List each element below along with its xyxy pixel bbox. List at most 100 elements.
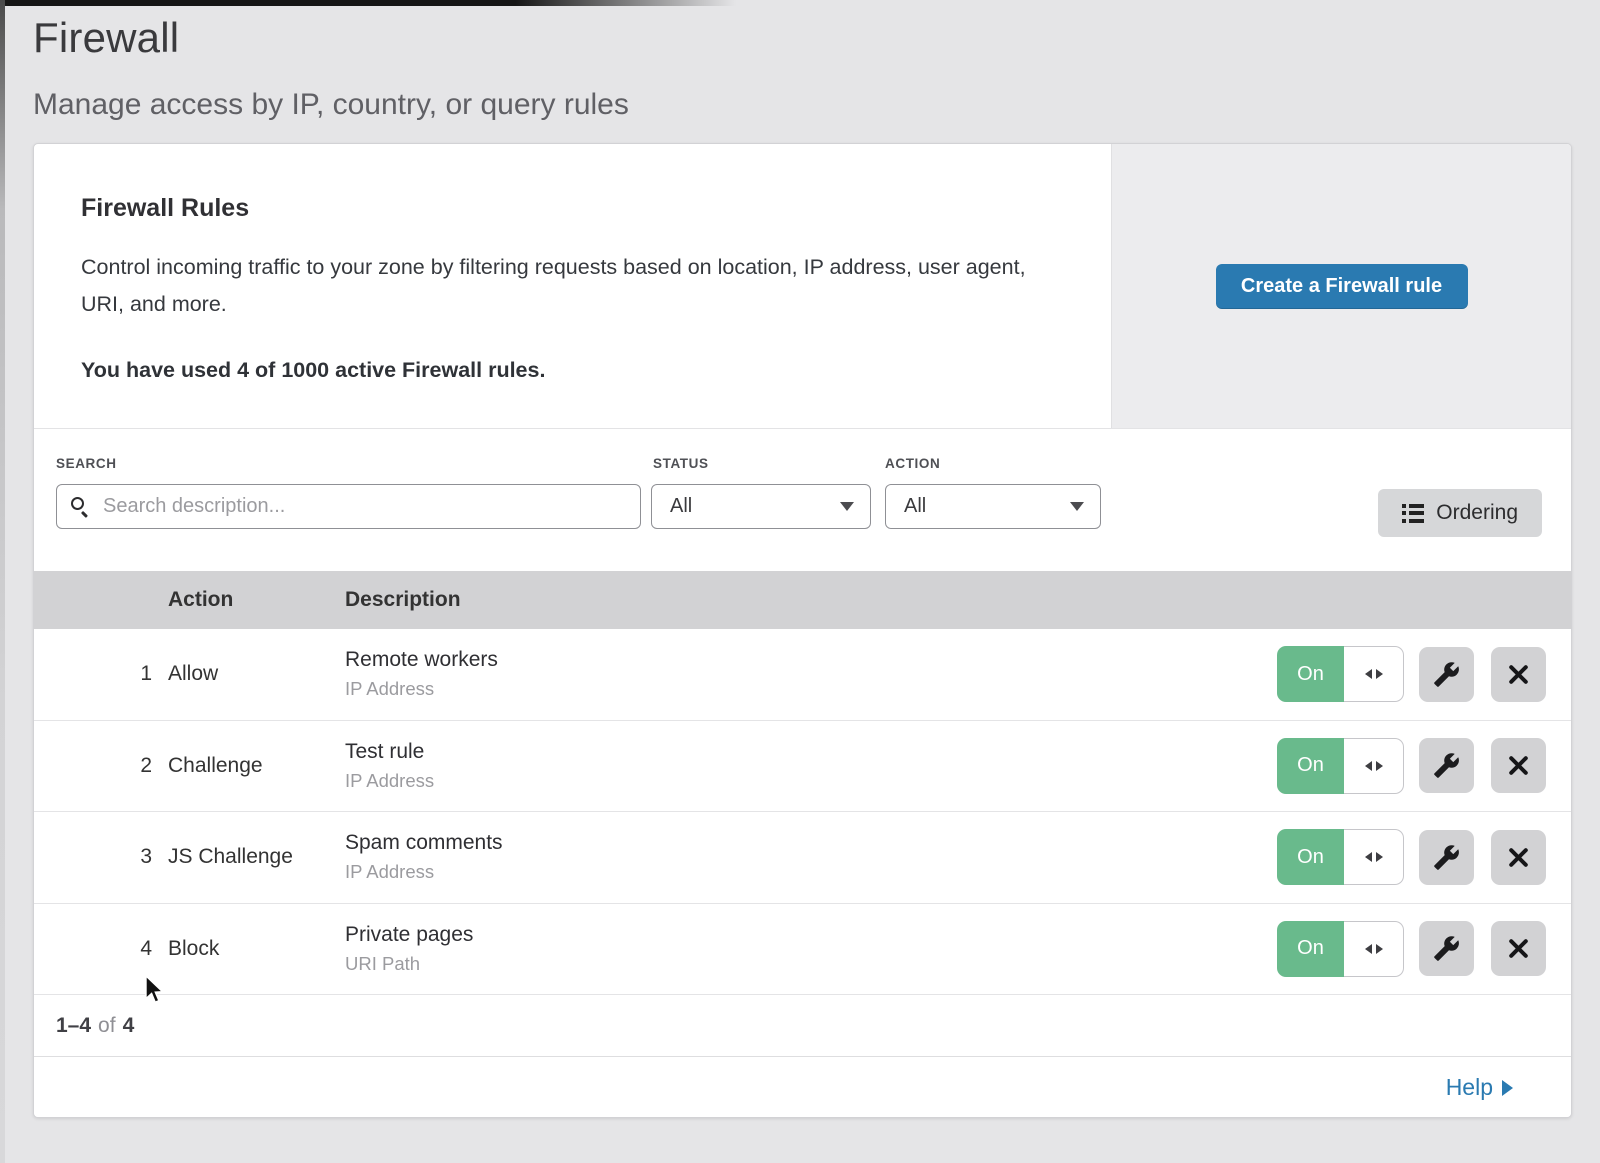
rule-enabled-toggle[interactable]: On — [1277, 646, 1404, 702]
intro-text: Firewall Rules Control incoming traffic … — [34, 144, 1111, 428]
rule-description-cell: Private pages URI Path — [345, 923, 1277, 975]
edit-rule-button[interactable] — [1419, 830, 1474, 885]
arrow-right-icon — [1376, 852, 1383, 862]
pagination-of: of — [98, 1014, 116, 1038]
table-row: 4 Block Private pages URI Path On — [34, 904, 1571, 996]
pagination-range: 1–4 — [56, 1014, 91, 1038]
rule-match-type: IP Address — [345, 861, 1277, 883]
toggle-on-label[interactable]: On — [1277, 829, 1344, 885]
search-field-wrap — [56, 484, 641, 529]
toggle-handle[interactable] — [1344, 646, 1404, 702]
close-icon — [1506, 753, 1531, 778]
rule-description: Remote workers — [345, 648, 1277, 672]
rule-description-cell: Spam comments IP Address — [345, 831, 1277, 883]
rule-action: Block — [168, 937, 345, 961]
delete-rule-button[interactable] — [1491, 921, 1546, 976]
window-edge-left — [0, 0, 5, 1163]
edit-rule-button[interactable] — [1419, 921, 1474, 976]
rule-enabled-toggle[interactable]: On — [1277, 738, 1404, 794]
mouse-cursor — [143, 975, 165, 1005]
rule-priority: 3 — [34, 845, 168, 869]
card-footer: Help — [34, 1057, 1571, 1118]
rule-description-cell: Remote workers IP Address — [345, 648, 1277, 700]
wrench-icon — [1433, 935, 1460, 962]
help-link[interactable]: Help — [1446, 1074, 1513, 1101]
arrow-right-icon — [1502, 1080, 1513, 1096]
close-icon — [1506, 845, 1531, 870]
toggle-handle[interactable] — [1344, 921, 1404, 977]
arrow-left-icon — [1365, 669, 1372, 679]
arrow-right-icon — [1376, 761, 1383, 771]
status-label: STATUS — [653, 456, 709, 471]
rules-list: 1 Allow Remote workers IP Address On — [34, 629, 1571, 995]
rule-controls: On — [1277, 738, 1571, 794]
rule-controls: On — [1277, 829, 1571, 885]
pagination-total: 4 — [123, 1014, 135, 1038]
card-heading: Firewall Rules — [81, 194, 1111, 223]
wrench-icon — [1433, 844, 1460, 871]
ordered-list-icon — [1402, 504, 1425, 523]
status-selected-value: All — [670, 495, 692, 518]
edit-rule-button[interactable] — [1419, 647, 1474, 702]
description-column-header: Description — [345, 588, 1277, 612]
arrow-left-icon — [1365, 761, 1372, 771]
rule-description: Test rule — [345, 740, 1277, 764]
rule-controls: On — [1277, 646, 1571, 702]
action-selected-value: All — [904, 495, 926, 518]
ordering-button[interactable]: Ordering — [1378, 489, 1542, 537]
rule-match-type: URI Path — [345, 953, 1277, 975]
rule-controls: On — [1277, 921, 1571, 977]
search-input[interactable] — [56, 484, 641, 529]
toggle-handle[interactable] — [1344, 738, 1404, 794]
usage-summary: You have used 4 of 1000 active Firewall … — [81, 358, 1111, 383]
arrow-right-icon — [1376, 669, 1383, 679]
intro-section: Firewall Rules Control incoming traffic … — [34, 144, 1571, 429]
toggle-on-label[interactable]: On — [1277, 646, 1344, 702]
rule-action: JS Challenge — [168, 845, 345, 869]
create-firewall-rule-button[interactable]: Create a Firewall rule — [1216, 264, 1468, 309]
delete-rule-button[interactable] — [1491, 830, 1546, 885]
chevron-down-icon — [840, 502, 854, 511]
table-header: Action Description — [34, 571, 1571, 629]
firewall-rules-card: Firewall Rules Control incoming traffic … — [33, 143, 1572, 1118]
status-select[interactable]: All — [651, 484, 871, 529]
rule-description: Private pages — [345, 923, 1277, 947]
arrow-right-icon — [1376, 944, 1383, 954]
rule-description-cell: Test rule IP Address — [345, 740, 1277, 792]
rule-description: Spam comments — [345, 831, 1277, 855]
rule-action: Allow — [168, 662, 345, 686]
search-label: SEARCH — [56, 456, 117, 471]
delete-rule-button[interactable] — [1491, 738, 1546, 793]
page-header: Firewall Manage access by IP, country, o… — [0, 0, 1600, 122]
chevron-down-icon — [1070, 502, 1084, 511]
action-column-header: Action — [168, 588, 345, 612]
rule-enabled-toggle[interactable]: On — [1277, 921, 1404, 977]
filter-bar: SEARCH STATUS ACTION All All Ordering — [34, 429, 1571, 571]
ordering-button-label: Ordering — [1436, 501, 1518, 525]
pagination: 1–4 of 4 — [34, 995, 1571, 1057]
card-description: Control incoming traffic to your zone by… — [81, 249, 1031, 323]
help-link-label: Help — [1446, 1074, 1493, 1101]
toggle-handle[interactable] — [1344, 829, 1404, 885]
page-title: Firewall — [33, 14, 1600, 62]
rule-enabled-toggle[interactable]: On — [1277, 829, 1404, 885]
toggle-on-label[interactable]: On — [1277, 738, 1344, 794]
edit-rule-button[interactable] — [1419, 738, 1474, 793]
table-row: 3 JS Challenge Spam comments IP Address … — [34, 812, 1571, 904]
rule-priority: 1 — [34, 662, 168, 686]
rule-priority: 2 — [34, 754, 168, 778]
arrow-left-icon — [1365, 944, 1372, 954]
table-row: 2 Challenge Test rule IP Address On — [34, 721, 1571, 813]
window-edge-top — [0, 0, 736, 6]
arrow-left-icon — [1365, 852, 1372, 862]
action-select[interactable]: All — [885, 484, 1101, 529]
table-row: 1 Allow Remote workers IP Address On — [34, 629, 1571, 721]
rule-match-type: IP Address — [345, 678, 1277, 700]
action-label: ACTION — [885, 456, 940, 471]
search-icon — [71, 497, 84, 510]
toggle-on-label[interactable]: On — [1277, 921, 1344, 977]
rule-action: Challenge — [168, 754, 345, 778]
delete-rule-button[interactable] — [1491, 647, 1546, 702]
wrench-icon — [1433, 661, 1460, 688]
page-subtitle: Manage access by IP, country, or query r… — [33, 88, 1600, 122]
